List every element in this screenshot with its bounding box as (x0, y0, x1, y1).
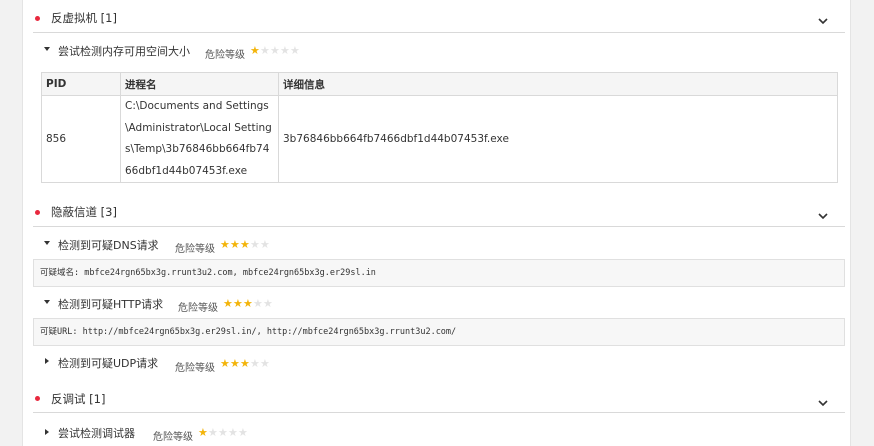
star-filled-icon: ★ (220, 238, 230, 251)
process-table: PID 进程名 详细信息 856 C:\Documents and Settin… (41, 72, 838, 183)
star-empty-icon: ★ (250, 238, 260, 251)
caret-down-icon[interactable] (43, 298, 51, 306)
category-title[interactable]: 反虚拟机 [1] (51, 10, 117, 26)
star-empty-icon: ★ (228, 426, 238, 439)
star-filled-icon: ★ (230, 357, 240, 370)
risk-level-label: 危险等级 (205, 50, 245, 61)
risk-stars: ★★★★★ (220, 358, 270, 370)
category-bullet-icon (35, 16, 40, 21)
star-empty-icon: ★ (208, 426, 218, 439)
category-title[interactable]: 隐蔽信道 [3] (51, 204, 117, 220)
star-filled-icon: ★ (240, 357, 250, 370)
category-divider (33, 32, 845, 33)
star-filled-icon: ★ (220, 357, 230, 370)
risk-stars: ★★★★★ (250, 45, 300, 57)
star-filled-icon: ★ (243, 297, 253, 310)
star-filled-icon: ★ (223, 297, 233, 310)
star-filled-icon: ★ (198, 426, 208, 439)
cell-pid: 856 (41, 95, 121, 183)
category-bullet-icon (35, 396, 40, 401)
category-bullet-icon (35, 210, 40, 215)
risk-stars: ★★★★★ (220, 239, 270, 251)
star-empty-icon: ★ (260, 357, 270, 370)
cell-process: C:\Documents and Settings\Administrator\… (120, 95, 279, 183)
category-divider (33, 226, 845, 227)
risk-stars: ★★★★★ (198, 427, 248, 439)
star-empty-icon: ★ (218, 426, 228, 439)
table-header-row: PID 进程名 详细信息 (41, 72, 838, 96)
finding-title[interactable]: 尝试检测调试器 (58, 425, 135, 441)
caret-right-icon[interactable] (43, 428, 51, 436)
finding-title[interactable]: 检测到可疑DNS请求 (58, 237, 159, 253)
star-empty-icon: ★ (238, 426, 248, 439)
star-empty-icon: ★ (260, 238, 270, 251)
caret-right-icon[interactable] (43, 357, 51, 365)
finding-title[interactable]: 检测到可疑HTTP请求 (58, 296, 163, 312)
star-empty-icon: ★ (280, 44, 290, 57)
risk-level-label: 危险等级 (175, 244, 215, 255)
star-filled-icon: ★ (240, 238, 250, 251)
star-empty-icon: ★ (253, 297, 263, 310)
caret-down-icon[interactable] (43, 239, 51, 247)
chevron-down-icon[interactable] (818, 399, 828, 407)
report-panel: 反虚拟机 [1] 尝试检测内存可用空间大小 危险等级 ★★★★★ PID 进程名… (22, 0, 851, 446)
cell-detail: 3b76846bb664fb7466dbf1d44b07453f.exe (278, 95, 838, 183)
category-title[interactable]: 反调试 [1] (51, 391, 105, 407)
star-filled-icon: ★ (230, 238, 240, 251)
star-empty-icon: ★ (250, 357, 260, 370)
finding-info: 可疑URL: http://mbfce24rgn65bx3g.er29sl.in… (33, 318, 845, 346)
table-row: 856 C:\Documents and Settings\Administra… (41, 95, 838, 183)
finding-title[interactable]: 尝试检测内存可用空间大小 (58, 43, 190, 59)
column-header-process: 进程名 (120, 72, 279, 96)
star-empty-icon: ★ (290, 44, 300, 57)
star-empty-icon: ★ (270, 44, 280, 57)
chevron-down-icon[interactable] (818, 212, 828, 220)
category-divider (33, 412, 845, 413)
risk-level-label: 危险等级 (175, 363, 215, 374)
chevron-down-icon[interactable] (818, 17, 828, 25)
finding-info: 可疑域名: mbfce24rgn65bx3g.rrunt3u2.com, mbf… (33, 259, 845, 287)
risk-level-label: 危险等级 (153, 432, 193, 443)
star-empty-icon: ★ (260, 44, 270, 57)
column-header-pid: PID (41, 72, 121, 96)
risk-level-label: 危险等级 (178, 303, 218, 314)
star-empty-icon: ★ (263, 297, 273, 310)
star-filled-icon: ★ (233, 297, 243, 310)
risk-stars: ★★★★★ (223, 298, 273, 310)
finding-title[interactable]: 检测到可疑UDP请求 (58, 355, 158, 371)
caret-down-icon[interactable] (43, 45, 51, 53)
star-filled-icon: ★ (250, 44, 260, 57)
column-header-detail: 详细信息 (278, 72, 838, 96)
